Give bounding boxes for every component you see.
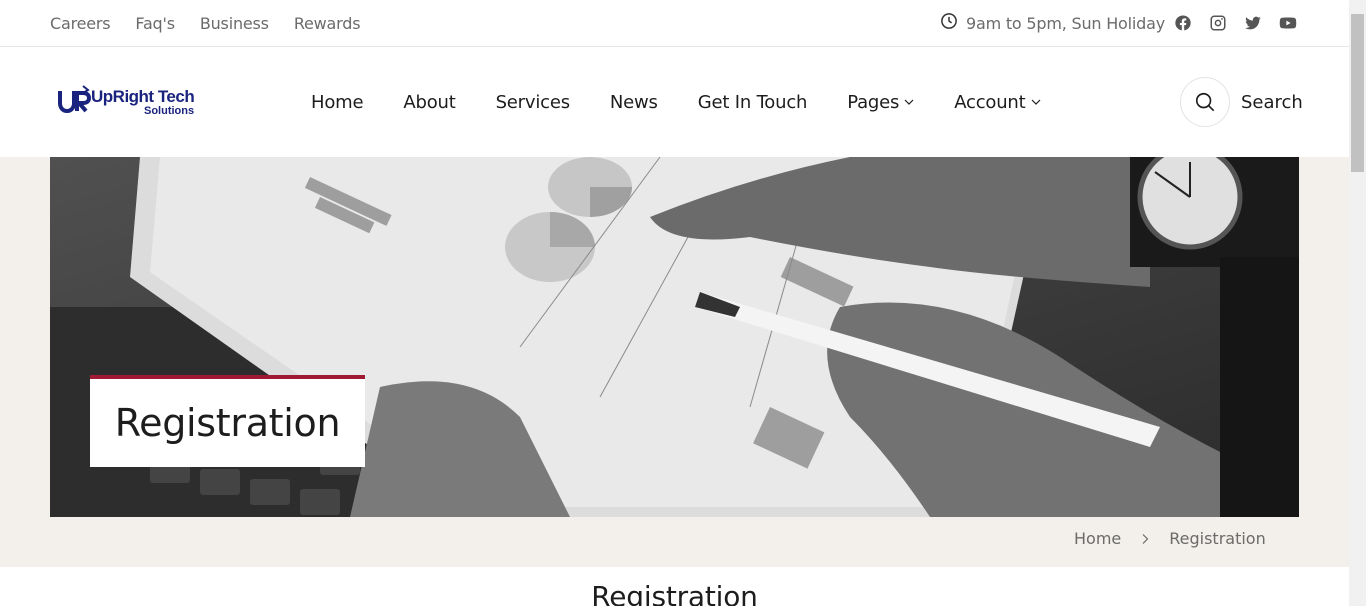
top-link-rewards[interactable]: Rewards (294, 14, 361, 33)
youtube-icon[interactable] (1279, 14, 1297, 32)
main-header: UpRight Tech Solutions Home About Servic… (0, 47, 1349, 157)
page-title: Registration (114, 401, 341, 445)
search-button[interactable]: Search (1180, 77, 1303, 127)
logo-subtitle: Solutions (144, 105, 195, 117)
site-logo[interactable]: UpRight Tech Solutions (58, 85, 208, 121)
top-link-careers[interactable]: Careers (50, 14, 111, 33)
breadcrumb: Home Registration (1074, 529, 1266, 548)
section-title: Registration (591, 580, 758, 606)
top-link-business[interactable]: Business (200, 14, 269, 33)
nav-account[interactable]: Account (954, 92, 1040, 113)
search-icon-wrap[interactable] (1180, 77, 1230, 127)
nav-about[interactable]: About (403, 92, 455, 113)
breadcrumb-home[interactable]: Home (1074, 529, 1121, 548)
top-link-faqs[interactable]: Faq's (135, 14, 175, 33)
chevron-down-icon (1031, 99, 1040, 105)
main-nav: Home About Services News Get In Touch Pa… (311, 47, 1041, 157)
nav-pages[interactable]: Pages (847, 92, 914, 113)
social-links (1174, 0, 1297, 46)
logo-name: UpRight Tech (91, 87, 195, 106)
scrollbar-thumb[interactable] (1351, 14, 1364, 172)
instagram-icon[interactable] (1209, 14, 1227, 32)
chevron-right-icon (1142, 533, 1149, 544)
top-bar: Careers Faq's Business Rewards 9am to 5p… (0, 0, 1349, 47)
page-title-card: Registration (90, 375, 365, 467)
nav-news[interactable]: News (610, 92, 658, 113)
logo-mark-icon (58, 85, 92, 114)
search-icon (1195, 92, 1215, 112)
nav-account-label: Account (954, 91, 1026, 113)
search-label[interactable]: Search (1241, 92, 1303, 113)
twitter-icon[interactable] (1244, 14, 1262, 32)
breadcrumb-current: Registration (1169, 529, 1266, 548)
clock-icon (940, 12, 958, 34)
chevron-down-icon (904, 99, 914, 105)
nav-home[interactable]: Home (311, 92, 364, 113)
page-scrollbar[interactable] (1349, 0, 1366, 606)
nav-pages-label: Pages (847, 91, 900, 113)
nav-services[interactable]: Services (496, 92, 571, 113)
hours-text: 9am to 5pm, Sun Holiday (966, 13, 1165, 33)
facebook-icon[interactable] (1174, 14, 1192, 32)
nav-get-in-touch[interactable]: Get In Touch (698, 92, 808, 113)
top-links: Careers Faq's Business Rewards (50, 0, 361, 46)
business-hours: 9am to 5pm, Sun Holiday (940, 0, 1165, 46)
